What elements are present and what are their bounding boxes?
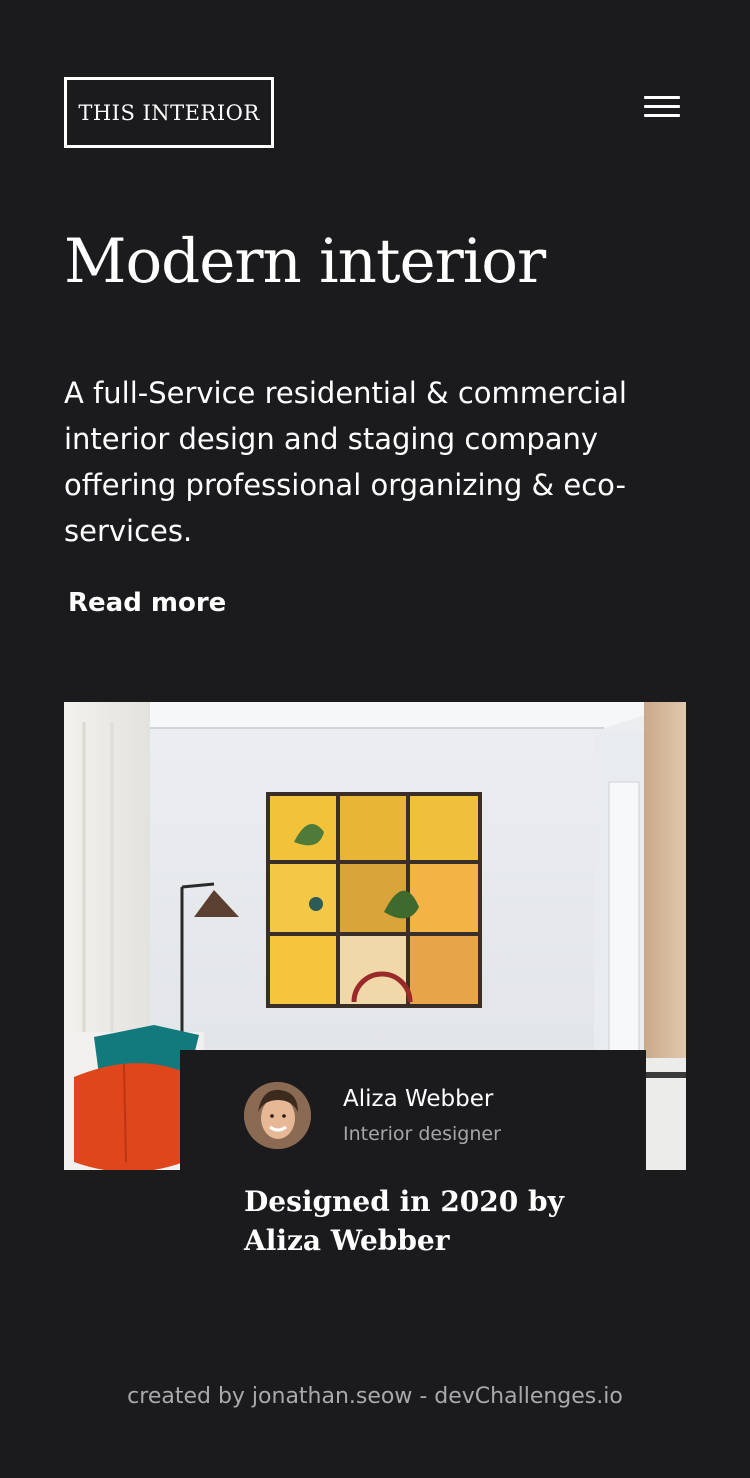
menu-bar	[644, 105, 680, 108]
avatar	[244, 1082, 311, 1149]
author-name: Aliza Webber	[343, 1086, 494, 1112]
read-more-link[interactable]: Read more	[68, 588, 226, 618]
page-title: Modern interior	[64, 226, 546, 297]
hamburger-menu-icon[interactable]	[641, 93, 681, 123]
designed-caption: Designed in 2020 by Aliza Webber	[244, 1185, 564, 1257]
author-role: Interior designer	[343, 1123, 501, 1145]
site-logo[interactable]: THIS INTERIOR	[64, 77, 274, 148]
avatar-photo	[244, 1082, 311, 1149]
author-card: Aliza Webber Interior designer	[180, 1050, 646, 1170]
menu-bar	[644, 114, 680, 117]
hero-description: A full-Service residential & commercial …	[64, 376, 627, 548]
menu-bar	[644, 96, 680, 99]
footer-credit: created by jonathan.seow - devChallenges…	[127, 1384, 623, 1409]
